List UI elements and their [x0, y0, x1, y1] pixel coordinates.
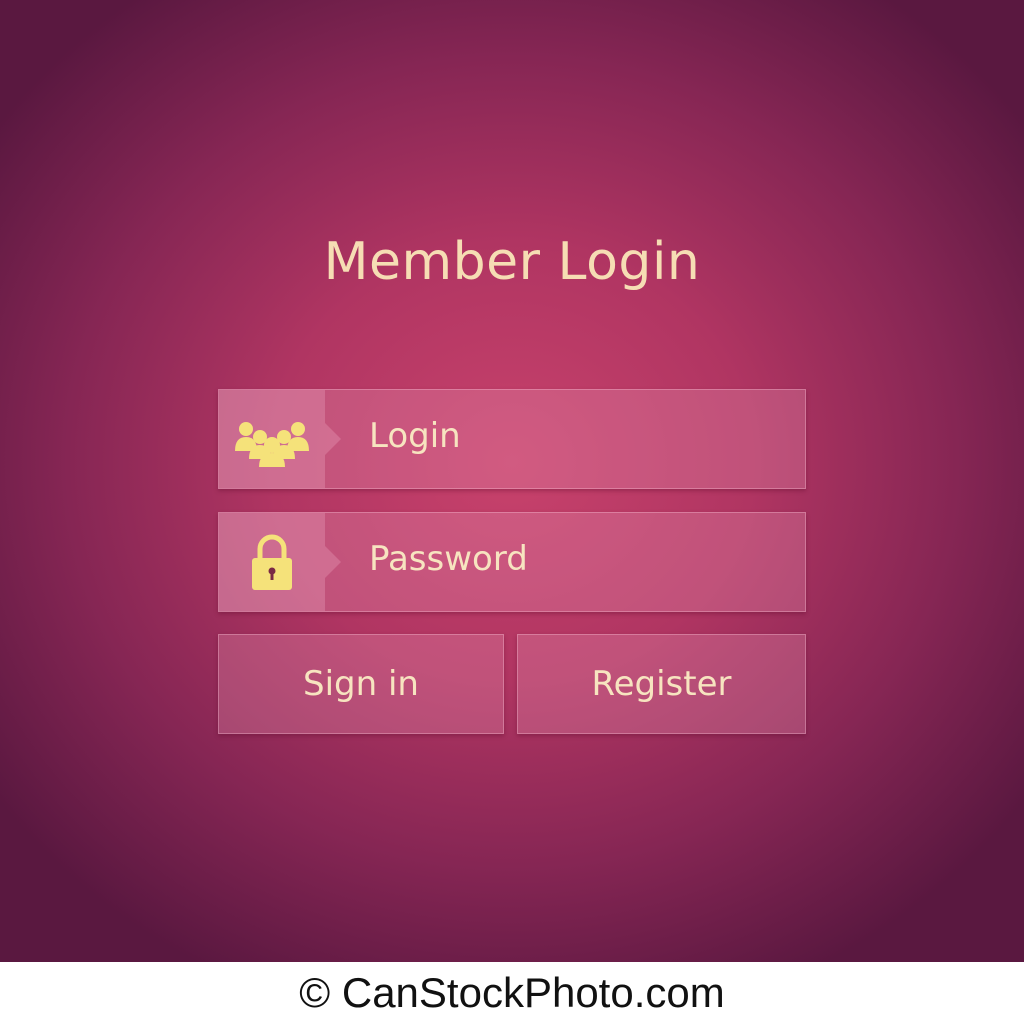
password-input[interactable]: Password [369, 539, 528, 579]
watermark: © CanStockPhoto.com [0, 962, 1024, 1024]
login-icon-box [219, 390, 325, 488]
login-field[interactable]: Login [218, 389, 806, 489]
password-icon-box [219, 513, 325, 611]
user-group-icon [235, 422, 309, 467]
password-arrow [325, 546, 341, 578]
password-field[interactable]: Password [218, 512, 806, 612]
sign-in-button[interactable]: Sign in [218, 634, 504, 734]
padlock-icon [252, 534, 292, 590]
page-title: Member Login [323, 232, 701, 292]
login-input[interactable]: Login [369, 416, 461, 456]
login-arrow [325, 423, 341, 455]
register-button[interactable]: Register [517, 634, 806, 734]
login-panel-background: Member Login Login Password Sign in Regi… [0, 0, 1024, 962]
